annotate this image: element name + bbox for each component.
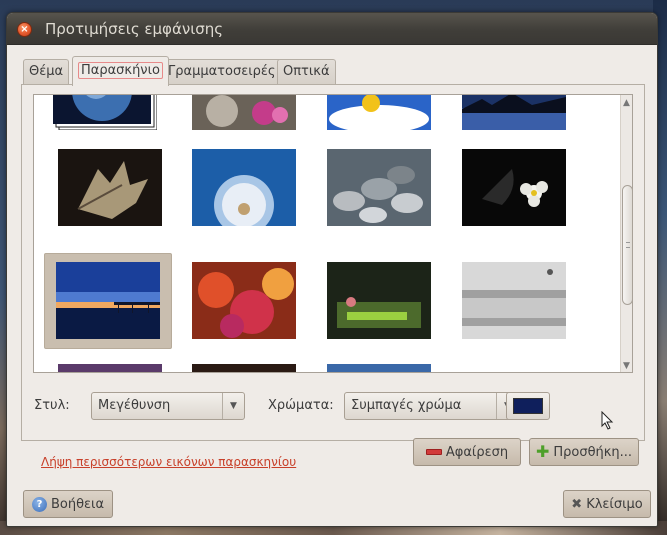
wallpaper-thumbnail[interactable]	[192, 149, 296, 226]
wallpaper-thumbnail[interactable]	[327, 262, 431, 339]
help-button[interactable]: ? Βοήθεια	[23, 490, 113, 518]
tab-background-label: Παρασκήνιο	[78, 62, 163, 79]
scroll-grip-icon	[626, 242, 630, 248]
close-button[interactable]: ✖ Κλείσιμο	[563, 490, 651, 518]
window-title: Προτιμήσεις εμφάνισης	[45, 20, 224, 38]
color-picker-button[interactable]	[506, 392, 550, 420]
wallpaper-thumbnail-selected[interactable]	[56, 262, 160, 339]
wallpaper-thumbnail[interactable]	[58, 364, 162, 372]
wallpaper-gallery[interactable]: ▲ ▼	[33, 94, 633, 373]
wallpaper-thumbnail[interactable]	[192, 262, 296, 339]
tab-background[interactable]: Παρασκήνιο	[72, 56, 169, 86]
style-label: Στυλ:	[34, 398, 70, 413]
wallpaper-thumbnail[interactable]	[462, 262, 566, 339]
colors-label: Χρώματα:	[268, 398, 334, 413]
scrollbar-thumb[interactable]	[622, 185, 632, 305]
background-tab-page: ▲ ▼ Στυλ: Μεγέθυνση ▼ Χρώματα: Συμπαγές …	[21, 84, 645, 441]
tab-theme-label: Θέμα	[29, 64, 64, 79]
wallpaper-thumbnail[interactable]	[327, 149, 431, 226]
colors-combobox[interactable]: Συμπαγές χρώμα ▼	[344, 392, 519, 420]
wallpaper-thumbnail[interactable]	[462, 149, 566, 226]
chevron-down-icon: ▼	[222, 393, 244, 419]
close-icon: ✖	[571, 496, 583, 512]
help-icon: ?	[31, 496, 47, 512]
wallpaper-thumbnail[interactable]	[53, 94, 157, 130]
add-button[interactable]: ✚ Προσθήκη...	[529, 438, 639, 466]
remove-button[interactable]: Αφαίρεση	[413, 438, 521, 466]
titlebar: × Προτιμήσεις εμφάνισης	[7, 13, 657, 45]
scroll-down-arrow-icon[interactable]: ▼	[623, 361, 630, 371]
remove-icon	[425, 449, 442, 455]
style-combobox-value: Μεγέθυνση	[98, 398, 171, 413]
help-button-label: Βοήθεια	[50, 496, 105, 512]
wallpaper-thumbnail[interactable]	[192, 94, 296, 130]
tab-theme[interactable]: Θέμα	[23, 59, 70, 85]
scroll-up-arrow-icon[interactable]: ▲	[623, 98, 630, 108]
wallpaper-thumbnail[interactable]	[327, 94, 431, 130]
tab-fonts-label: Γραμματοσειρές	[168, 64, 276, 79]
appearance-preferences-window: × Προτιμήσεις εμφάνισης Θέμα Παρασκήνιο …	[6, 12, 658, 527]
tab-fonts[interactable]: Γραμματοσειρές	[162, 59, 282, 85]
add-button-label: Προσθήκη...	[553, 444, 633, 460]
wallpaper-thumbnail[interactable]	[58, 149, 162, 226]
gallery-scrollbar[interactable]: ▲ ▼	[620, 95, 632, 372]
color-swatch	[513, 398, 543, 414]
get-more-backgrounds-link[interactable]: Λήψη περισσότερων εικόνων παρασκηνίου	[41, 455, 296, 469]
add-icon: ✚	[535, 442, 550, 461]
wallpaper-thumbnail[interactable]	[462, 94, 566, 130]
wallpaper-thumbnail[interactable]	[192, 364, 296, 372]
remove-button-label: Αφαίρεση	[445, 444, 509, 460]
close-button-label: Κλείσιμο	[586, 496, 643, 512]
style-combobox[interactable]: Μεγέθυνση ▼	[91, 392, 245, 420]
colors-combobox-value: Συμπαγές χρώμα	[351, 398, 462, 413]
wallpaper-thumbnail[interactable]	[327, 364, 431, 372]
tab-visual-effects[interactable]: Οπτικά εφέ	[277, 59, 336, 103]
window-close-icon[interactable]: ×	[17, 22, 32, 37]
mouse-pointer-icon	[601, 411, 614, 430]
